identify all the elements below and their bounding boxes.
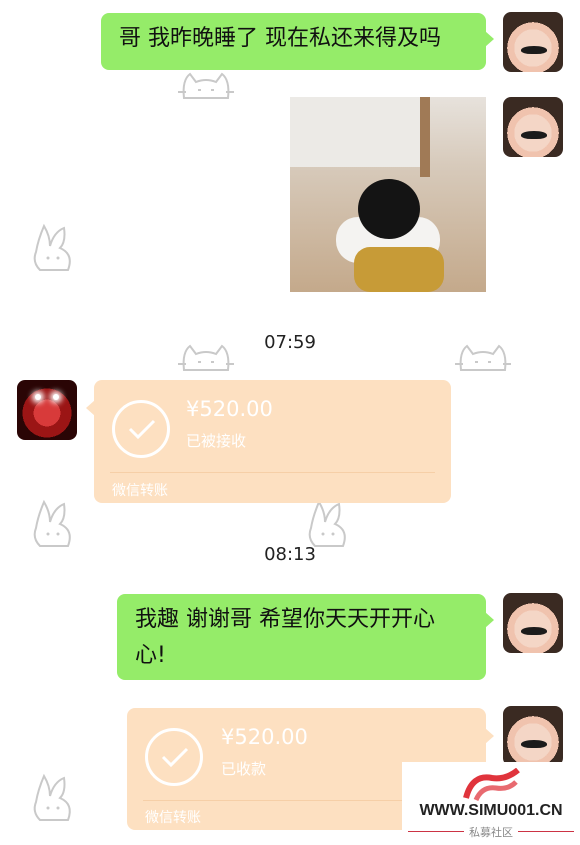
transfer-footer-label: 微信转账: [112, 483, 168, 499]
transfer-amount: ¥520.00: [186, 397, 273, 421]
mustache-sticker-icon: [521, 46, 547, 54]
cat-doodle: [178, 68, 234, 104]
watermark-subtitle: 私募社区: [469, 826, 513, 839]
transfer-status: 已被接收: [186, 432, 247, 450]
eye-glow-icon: [53, 394, 59, 400]
transfer-status: 已收款: [221, 760, 267, 778]
outgoing-text-message[interactable]: 哥 我昨晚睡了 现在私还来得及吗: [101, 13, 494, 70]
eye-glow-icon: [35, 394, 41, 400]
sender-avatar[interactable]: [503, 706, 563, 766]
contact-avatar[interactable]: [17, 380, 77, 440]
check-circle-icon: [112, 400, 170, 458]
sender-avatar[interactable]: [503, 593, 563, 653]
mustache-sticker-icon: [521, 131, 547, 139]
sender-avatar[interactable]: [503, 97, 563, 157]
watermark-url: WWW.SIMU001.CN: [419, 802, 563, 819]
bunny-doodle: [30, 772, 76, 824]
check-circle-icon: [145, 728, 203, 786]
message-timestamp: 08:13: [264, 544, 316, 565]
site-watermark: WWW.SIMU001.CN 私募社区: [402, 762, 580, 845]
message-line: 心!: [135, 643, 166, 668]
outgoing-photo-message[interactable]: [290, 97, 486, 292]
mustache-sticker-icon: [521, 627, 547, 635]
bunny-doodle: [30, 498, 76, 550]
transfer-divider: [110, 472, 435, 473]
bunny-doodle: [30, 222, 76, 274]
message-timestamp: 07:59: [264, 332, 316, 353]
bunny-doodle: [305, 498, 351, 550]
mustache-sticker-icon: [521, 740, 547, 748]
outgoing-text-message[interactable]: 我趣 谢谢哥 希望你天天开开心 心!: [117, 594, 494, 680]
transfer-amount: ¥520.00: [221, 725, 308, 749]
watermark-logo-icon: [463, 768, 520, 802]
transfer-card-received[interactable]: ¥520.00 已被接收 微信转账: [86, 380, 451, 503]
message-line: 我趣 谢谢哥 希望你天天开开心: [135, 607, 435, 632]
sender-avatar[interactable]: [503, 12, 563, 72]
transfer-footer-label: 微信转账: [145, 810, 201, 826]
